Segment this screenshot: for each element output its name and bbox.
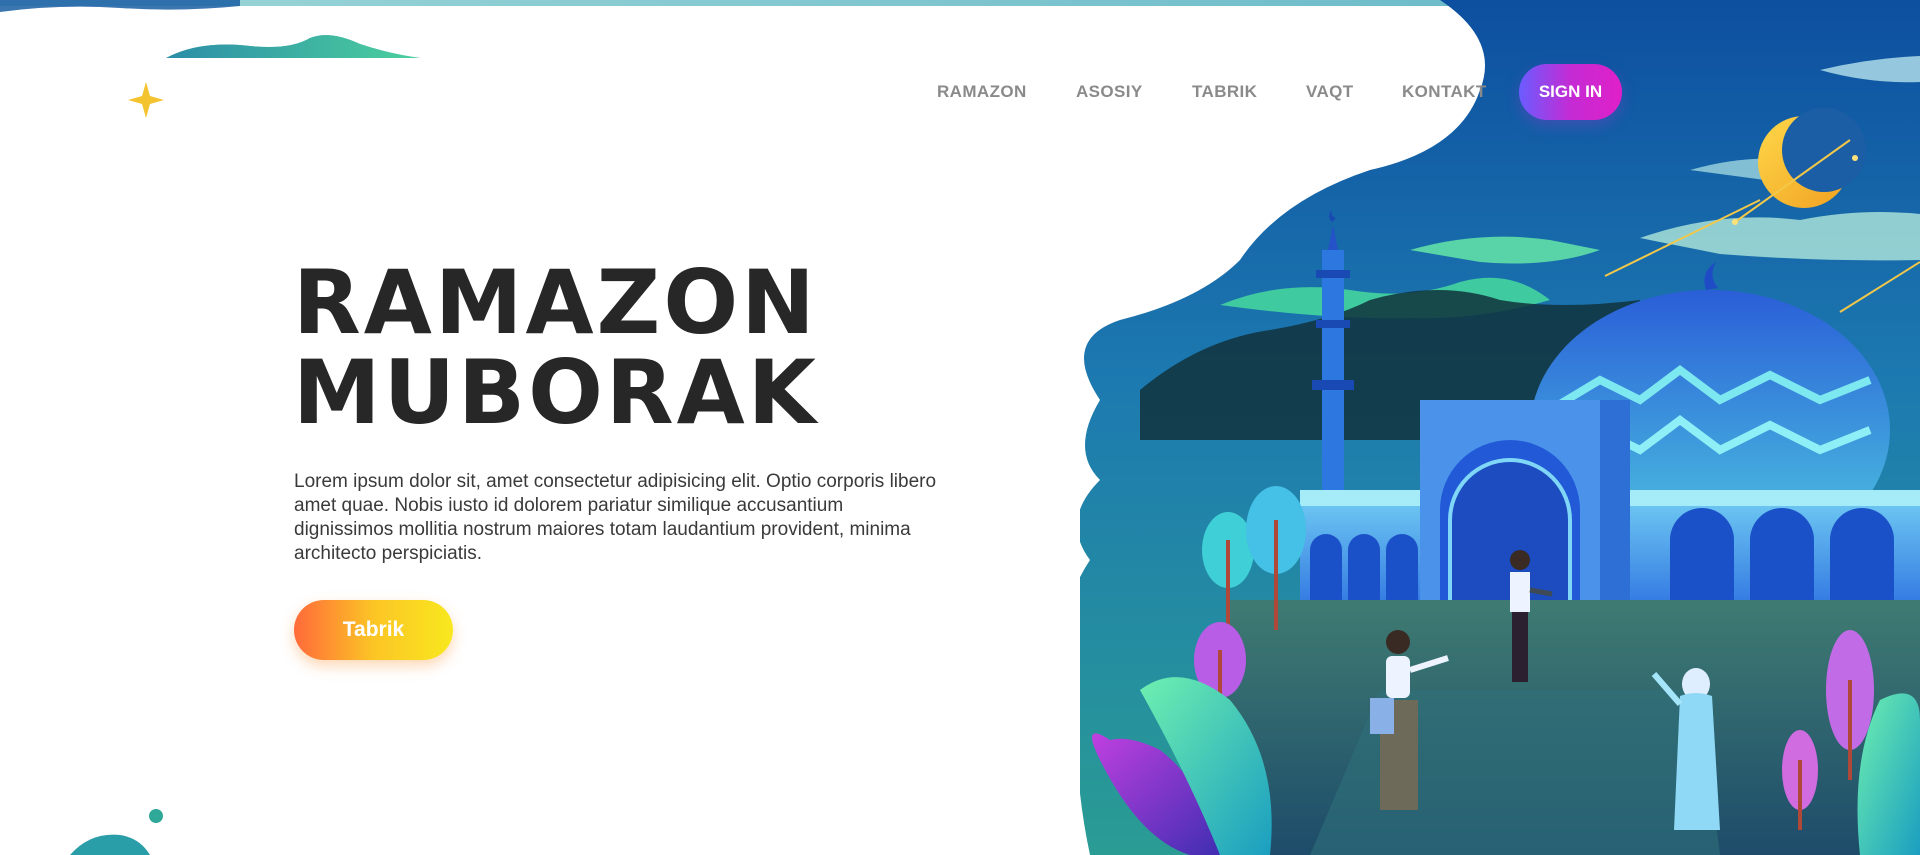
- sign-in-button[interactable]: SIGN IN: [1519, 64, 1622, 120]
- nav-item-ramazon[interactable]: RAMAZON: [937, 82, 1027, 102]
- main-navigation: RAMAZON ASOSIY TABRIK VAQT KONTAKT SIGN …: [0, 64, 1920, 120]
- hero-description: Lorem ipsum dolor sit, amet consectetur …: [294, 471, 937, 564]
- tabrik-button[interactable]: Tabrik: [294, 600, 453, 660]
- nav-item-kontakt[interactable]: KONTAKT: [1402, 82, 1487, 102]
- mosque-scene-svg: [1080, 0, 1920, 855]
- hero-title-line-1: RAMAZON: [293, 251, 818, 354]
- hero-title: RAMAZON MUBORAK: [293, 258, 913, 438]
- mosque-illustration: [1080, 0, 1920, 855]
- nav-item-vaqt[interactable]: VAQT: [1306, 82, 1354, 102]
- footer-decoration: [70, 809, 163, 855]
- nav-item-tabrik[interactable]: TABRIK: [1192, 82, 1257, 102]
- hero-title-line-2: MUBORAK: [293, 341, 819, 444]
- nav-item-asosiy[interactable]: ASOSIY: [1076, 82, 1143, 102]
